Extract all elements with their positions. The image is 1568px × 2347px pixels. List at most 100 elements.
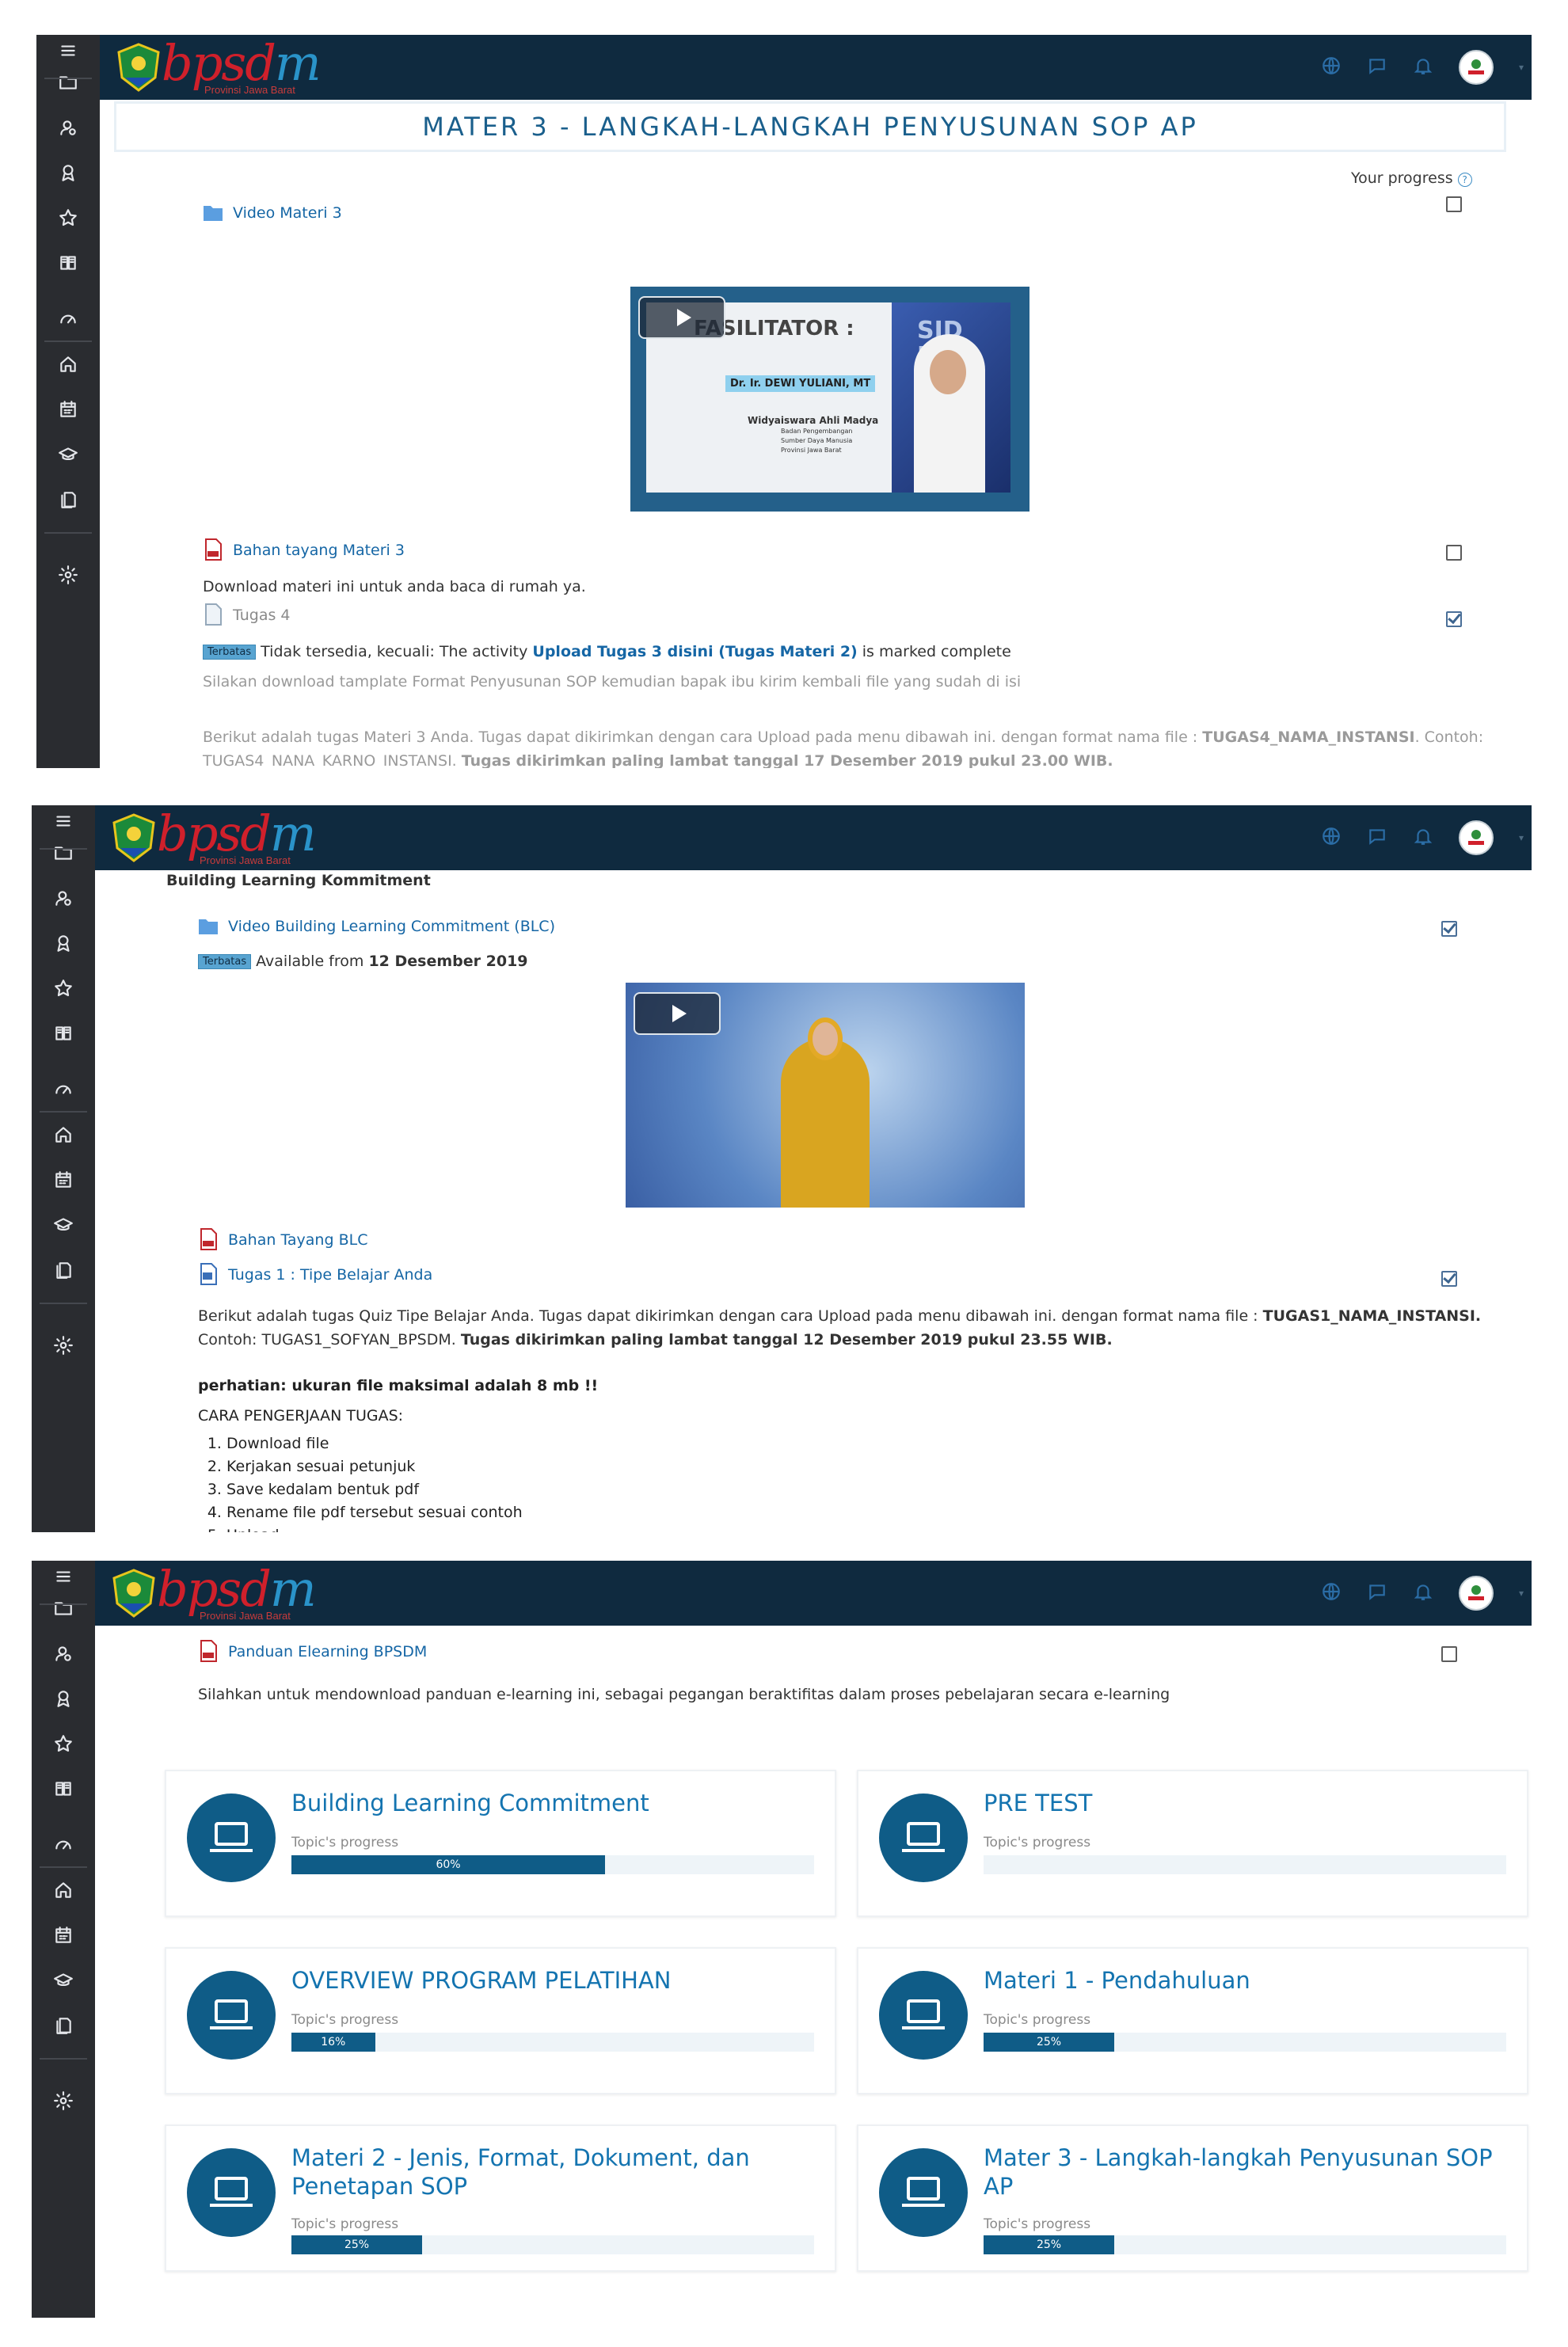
facilitator-org-2: Sumber Daya Manusia [781,437,853,444]
bpsdm-logo[interactable]: bpsdm Provinsi Jawa Barat [111,805,317,867]
available-date: 12 Desember 2019 [368,953,528,970]
gear-icon[interactable] [36,559,100,591]
gauge-icon[interactable] [32,1074,95,1105]
files-icon[interactable] [36,484,100,515]
bell-icon[interactable] [1413,55,1433,79]
star-icon[interactable] [32,1728,95,1759]
globe-icon[interactable] [1321,55,1342,79]
globe-icon[interactable] [1321,826,1342,850]
step-item: Save kedalam bentuk pdf [226,1478,523,1501]
topic-progress-bar: 60% [291,1855,814,1874]
play-button[interactable] [638,296,725,339]
user-avatar[interactable] [1458,820,1494,855]
user-badge-icon[interactable] [32,882,95,914]
topic-progress-fill: 25% [291,2235,422,2254]
help-icon[interactable]: ? [1457,173,1472,187]
menu-icon[interactable] [36,35,100,67]
award-icon[interactable] [32,927,95,959]
panduan-elearning-link[interactable]: Panduan Elearning BPSDM [228,1643,427,1660]
task-description: Berikut adalah tugas Materi 3 Anda. Tuga… [203,725,1517,768]
section-heading: Building Learning Kommitment [166,872,431,889]
chevron-down-icon[interactable]: ▾ [1519,832,1524,843]
graduation-cap-icon[interactable] [32,1209,95,1241]
bell-icon[interactable] [1413,826,1433,850]
sidebar-divider [40,1303,87,1304]
chevron-down-icon[interactable]: ▾ [1519,1588,1524,1599]
topic-card[interactable]: Materi 1 - Pendahuluan Topic's progress … [857,1947,1528,2094]
course-content: Building Learning Kommitment Video Build… [95,870,1532,1532]
laptop-icon [187,2148,276,2237]
sidebar [32,1561,95,2318]
progress-checkbox-tugas-1[interactable] [1441,1271,1457,1287]
progress-checkbox-video[interactable] [1446,196,1462,212]
gauge-icon[interactable] [32,1829,95,1861]
calendar-icon[interactable] [36,394,100,425]
chat-icon[interactable] [1367,826,1387,850]
video-player[interactable]: SID PG FASILITATOR : Dr. Ir. DEWI YULIAN… [630,287,1029,512]
star-icon[interactable] [36,202,100,234]
folder-icon[interactable] [32,1592,95,1624]
folder-icon [204,206,223,221]
award-icon[interactable] [32,1683,95,1714]
progress-checkbox-tugas-4[interactable] [1446,611,1462,627]
menu-icon[interactable] [32,1561,95,1592]
sidebar [32,805,95,1532]
folder-icon[interactable] [32,837,95,869]
calendar-icon[interactable] [32,1919,95,1951]
bell-icon[interactable] [1413,1581,1433,1605]
chevron-down-icon[interactable]: ▾ [1519,62,1524,73]
step-item: Rename file pdf tersebut sesuai contoh [226,1501,523,1524]
folder-icon[interactable] [36,67,100,98]
user-badge-icon[interactable] [36,112,100,143]
topic-card[interactable]: Mater 3 - Langkah-langkah Penyusunan SOP… [857,2124,1528,2272]
calendar-icon[interactable] [32,1164,95,1196]
tugas-1-link[interactable]: Tugas 1 : Tipe Belajar Anda [228,1266,432,1284]
book-icon[interactable] [36,247,100,279]
video-blc-link[interactable]: Video Building Learning Commitment (BLC) [228,918,555,935]
steps-title: CARA PENGERJAAN TUGAS: [198,1407,404,1425]
graduation-cap-icon[interactable] [36,439,100,470]
book-icon[interactable] [32,1773,95,1805]
files-icon[interactable] [32,2010,95,2041]
menu-icon[interactable] [32,805,95,837]
play-button[interactable] [634,992,721,1035]
book-icon[interactable] [32,1018,95,1049]
graduation-cap-icon[interactable] [32,1965,95,1996]
files-icon[interactable] [32,1254,95,1286]
bpsdm-logo[interactable]: bpsdm Provinsi Jawa Barat [116,35,322,97]
progress-checkbox-bahan[interactable] [1446,545,1462,561]
bpsdm-logo[interactable]: bpsdm Provinsi Jawa Barat [111,1561,317,1622]
gauge-icon[interactable] [36,303,100,335]
topic-card[interactable]: Materi 2 - Jenis, Format, Dokument, dan … [165,2124,836,2272]
topbar: bpsdm Provinsi Jawa Barat ▾ [100,35,1532,100]
upload-tugas-3-link[interactable]: Upload Tugas 3 disini (Tugas Materi 2) [532,643,857,660]
user-badge-icon[interactable] [32,1638,95,1669]
section-title: MATER 3 - LANGKAH-LANGKAH PENYUSUNAN SOP… [422,112,1198,142]
task-text-1: Berikut adalah tugas Materi 3 Anda. Tuga… [203,728,1198,746]
globe-icon[interactable] [1321,1581,1342,1605]
home-icon[interactable] [32,1119,95,1151]
user-avatar[interactable] [1458,1576,1494,1611]
bahan-tayang-blc-link[interactable]: Bahan Tayang BLC [228,1231,367,1249]
progress-checkbox-video-blc[interactable] [1441,921,1457,937]
gear-icon[interactable] [32,2085,95,2117]
award-icon[interactable] [36,157,100,188]
chat-icon[interactable] [1367,55,1387,79]
task-format: TUGAS4_NAMA_INSTANSI [1202,728,1415,746]
user-avatar[interactable] [1458,50,1494,85]
progress-checkbox-panduan[interactable] [1441,1646,1457,1662]
star-icon[interactable] [32,972,95,1004]
video-materi-3-link[interactable]: Video Materi 3 [233,204,342,222]
topic-card[interactable]: Building Learning Commitment Topic's pro… [165,1770,836,1917]
home-icon[interactable] [36,348,100,380]
gear-icon[interactable] [32,1329,95,1361]
assignment-icon [205,603,222,626]
chat-icon[interactable] [1367,1581,1387,1605]
availability-notice: Terbatas Available from 12 Desember 2019 [198,953,528,970]
home-icon[interactable] [32,1874,95,1906]
topic-card[interactable]: OVERVIEW PROGRAM PELATIHAN Topic's progr… [165,1947,836,2094]
bahan-tayang-materi-3-link[interactable]: Bahan tayang Materi 3 [233,542,405,559]
video-player[interactable] [626,983,1025,1208]
topic-progress-fill: 60% [291,1855,605,1874]
topic-card[interactable]: PRE TEST Topic's progress [857,1770,1528,1917]
